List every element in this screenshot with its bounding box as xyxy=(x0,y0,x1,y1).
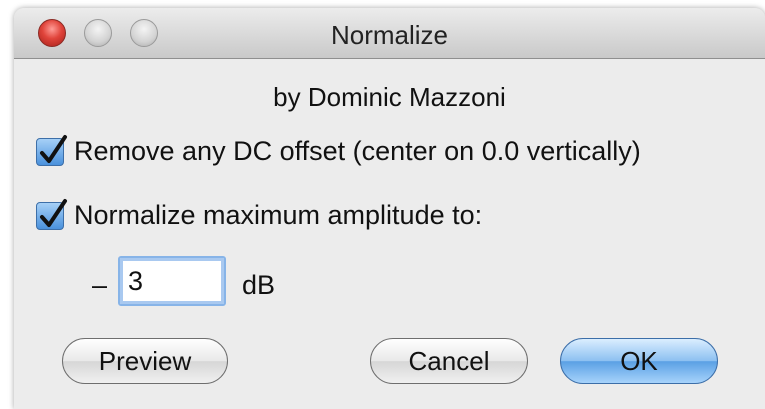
dc-offset-option[interactable]: Remove any DC offset (center on 0.0 vert… xyxy=(36,134,641,167)
dc-offset-checkbox[interactable] xyxy=(36,134,67,166)
normalize-label: Normalize maximum amplitude to: xyxy=(74,200,483,230)
checkmark-icon xyxy=(40,134,67,163)
ok-button[interactable]: OK xyxy=(560,338,718,384)
dc-offset-label: Remove any DC offset (center on 0.0 vert… xyxy=(74,136,641,166)
amplitude-db-input[interactable] xyxy=(118,256,226,306)
normalize-checkbox[interactable] xyxy=(36,198,67,230)
normalize-dialog: Normalize by Dominic Mazzoni Remove any … xyxy=(14,8,765,409)
preview-button[interactable]: Preview xyxy=(62,338,228,384)
title-bar: Normalize xyxy=(14,8,765,59)
normalize-option[interactable]: Normalize maximum amplitude to: xyxy=(36,198,483,231)
db-unit-label: dB xyxy=(242,270,276,300)
checkmark-icon xyxy=(40,198,67,227)
minus-sign: – xyxy=(92,270,108,300)
cancel-button[interactable]: Cancel xyxy=(370,338,528,384)
author-byline: by Dominic Mazzoni xyxy=(273,82,506,112)
window-title: Normalize xyxy=(330,20,449,50)
